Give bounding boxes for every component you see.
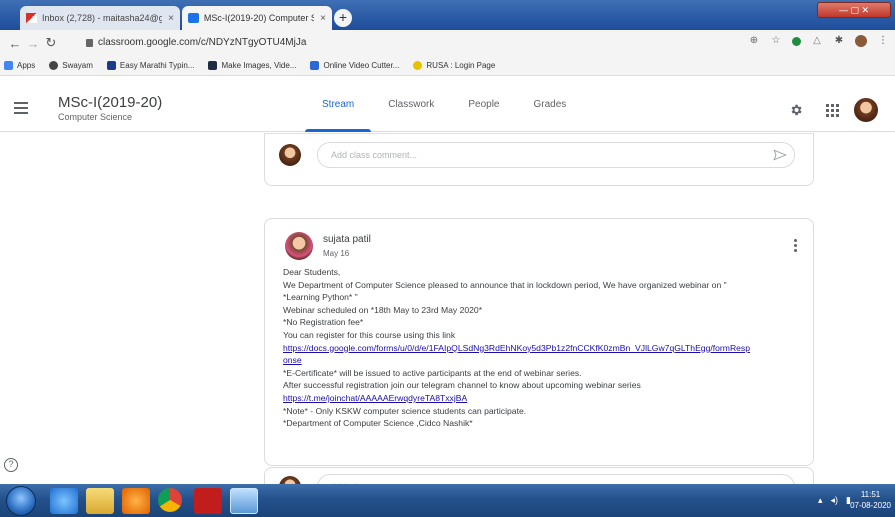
- menu-icon[interactable]: [14, 102, 28, 117]
- bookmark-label: Online Video Cutter...: [323, 61, 400, 70]
- bookmark-label: Swayam: [62, 61, 93, 70]
- post-line: *No Registration fee*: [283, 317, 364, 328]
- account-avatar[interactable]: [854, 98, 878, 122]
- classroom-header: MSc-I(2019-20) Computer Science Stream C…: [0, 76, 895, 132]
- tab-classroom[interactable]: MSc-I(2019-20) Computer Scien ×: [182, 6, 332, 30]
- ie-icon[interactable]: [50, 488, 78, 514]
- clock-time: 11:51: [860, 490, 881, 499]
- comment-avatar: [279, 144, 301, 166]
- clock-date: 07-08-2020: [850, 501, 891, 510]
- post-line: *E-Certificate* will be issued to active…: [283, 367, 582, 378]
- bookmark-star-icon[interactable]: ☆: [770, 35, 782, 47]
- tray-arrow-icon[interactable]: ▴: [818, 495, 823, 506]
- gmail-icon: [26, 13, 37, 23]
- post-line: You can register for this course using t…: [283, 329, 456, 340]
- forward-icon[interactable]: →: [24, 36, 42, 51]
- extension-icons: ⊕ ☆ △ ✱ ⋮: [748, 35, 889, 47]
- browser-tabstrip: Inbox (2,728) - maitasha24@gm × MSc-I(20…: [0, 0, 895, 30]
- author-avatar: [285, 232, 313, 260]
- menu-kebab-icon[interactable]: ⋮: [877, 35, 889, 47]
- reload-icon[interactable]: ↻: [42, 35, 60, 51]
- bookmark-rusa[interactable]: RUSA : Login Page: [413, 61, 495, 70]
- profile-avatar[interactable]: [855, 35, 867, 47]
- classroom-icon: [188, 13, 199, 23]
- post-body: Dear Students, We Department of Computer…: [283, 266, 803, 430]
- tab-stream[interactable]: Stream: [305, 76, 372, 132]
- bookmark-swayam[interactable]: Swayam: [49, 61, 93, 70]
- drive-icon[interactable]: △: [811, 35, 823, 47]
- post-line: *Learning Python* ": [283, 292, 358, 303]
- class-nav-tabs: Stream Classwork People Grades: [305, 76, 583, 132]
- video-cutter-icon: [310, 61, 320, 70]
- url-field[interactable]: classroom.google.com/c/NDYzNTgyOTU4MjJa: [98, 37, 306, 48]
- registration-link-cont[interactable]: onse: [283, 355, 302, 365]
- start-button[interactable]: [6, 486, 36, 516]
- extensions-puzzle-icon[interactable]: ✱: [833, 35, 845, 47]
- more-options-icon[interactable]: [794, 239, 797, 254]
- announcement-card: sujata patil May 16 Dear Students, We De…: [264, 218, 814, 466]
- apps-grid-icon: [4, 61, 13, 70]
- new-tab-button[interactable]: +: [334, 9, 352, 27]
- post-line: Webinar scheduled on *18th May to 23rd M…: [283, 304, 483, 315]
- back-icon[interactable]: ←: [6, 36, 24, 51]
- bookmark-images[interactable]: Make Images, Vide...: [208, 61, 296, 70]
- rusa-icon: [413, 61, 423, 70]
- post-line: *Note* - Only KSKW computer science stud…: [283, 405, 527, 416]
- post-date: May 16: [323, 249, 350, 258]
- windows-taskbar: ▴ ◂) ▮ 11:51 07-08-2020: [0, 484, 895, 517]
- class-comment-input[interactable]: Add class comment...: [317, 474, 795, 484]
- comment-avatar: [279, 476, 301, 484]
- send-icon[interactable]: [773, 149, 787, 161]
- tab-people[interactable]: People: [451, 76, 516, 132]
- post-author: sujata patil: [323, 234, 371, 245]
- bookmark-label: Make Images, Vide...: [221, 61, 297, 70]
- tab-grades[interactable]: Grades: [517, 76, 584, 132]
- media-player-icon[interactable]: [122, 488, 150, 514]
- explorer-icon[interactable]: [86, 488, 114, 514]
- tab-close-icon[interactable]: ×: [162, 13, 174, 24]
- bookmark-video-cutter[interactable]: Online Video Cutter...: [310, 61, 399, 70]
- help-icon[interactable]: ?: [4, 458, 18, 472]
- post-line: After successful registration join our t…: [283, 380, 641, 391]
- chrome-icon[interactable]: [158, 488, 182, 512]
- gear-icon[interactable]: [789, 103, 803, 117]
- bookmark-label: Easy Marathi Typin...: [119, 61, 195, 70]
- extension-green-icon[interactable]: [792, 36, 801, 46]
- class-section: Computer Science: [58, 112, 133, 122]
- pdf-icon[interactable]: [194, 488, 222, 514]
- previous-post-card: Add class comment...: [264, 133, 814, 186]
- tab-gmail-title: Inbox (2,728) - maitasha24@gm: [42, 13, 162, 23]
- swayam-icon: [49, 61, 59, 70]
- class-comment-input[interactable]: Add class comment...: [317, 142, 795, 168]
- next-comment-card: Add class comment...: [264, 467, 814, 484]
- class-name[interactable]: MSc-I(2019-20): [58, 94, 162, 111]
- taskbar-clock[interactable]: 11:51 07-08-2020: [850, 489, 891, 511]
- google-apps-icon[interactable]: [826, 104, 839, 117]
- post-line: We Department of Computer Science please…: [283, 279, 727, 290]
- volume-icon[interactable]: ◂): [831, 495, 839, 506]
- app-icon[interactable]: [230, 488, 258, 514]
- post-line: Dear Students,: [283, 267, 341, 277]
- bookmarks-bar: Apps Swayam Easy Marathi Typin... Make I…: [0, 56, 895, 76]
- window-controls[interactable]: — ▢ ✕: [817, 2, 891, 18]
- stream-content: Add class comment... sujata patil May 16…: [0, 133, 895, 484]
- system-tray[interactable]: ▴ ◂) ▮: [818, 495, 851, 506]
- marathi-icon: [106, 61, 116, 70]
- registration-link[interactable]: https://docs.google.com/forms/u/0/d/e/1F…: [283, 343, 750, 353]
- bookmark-marathi[interactable]: Easy Marathi Typin...: [106, 61, 195, 70]
- tab-gmail[interactable]: Inbox (2,728) - maitasha24@gm ×: [20, 6, 180, 30]
- lock-icon: [86, 39, 93, 47]
- images-icon: [208, 61, 218, 70]
- telegram-link[interactable]: https://t.me/joinchat/AAAAAErwqdyreTA8Tx…: [283, 393, 467, 403]
- tab-close-icon[interactable]: ×: [314, 13, 326, 24]
- bookmark-apps[interactable]: Apps: [4, 61, 35, 70]
- bookmark-label: Apps: [17, 61, 36, 70]
- bookmark-label: RUSA : Login Page: [426, 61, 496, 70]
- tab-classwork[interactable]: Classwork: [371, 76, 451, 132]
- post-line: *Department of Computer Science ,Cidco N…: [283, 418, 473, 429]
- tab-classroom-title: MSc-I(2019-20) Computer Scien: [203, 13, 315, 23]
- zoom-icon[interactable]: ⊕: [748, 35, 760, 47]
